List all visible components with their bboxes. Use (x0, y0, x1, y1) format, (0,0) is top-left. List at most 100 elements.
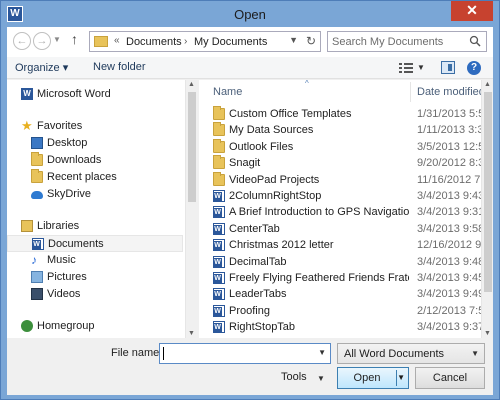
nav-item-libraries[interactable]: Libraries (7, 218, 183, 235)
breadcrumb-my-documents[interactable]: My Documents (194, 36, 267, 48)
file-row[interactable]: Christmas 2012 letter 12/16/2012 9:36 PM (199, 237, 481, 253)
nav-item-microsoft-word[interactable]: W Microsoft Word (7, 86, 183, 103)
file-type-value: All Word Documents (344, 348, 445, 360)
scrollbar-thumb[interactable] (484, 92, 492, 292)
nav-item-label: Videos (47, 288, 81, 300)
organize-button[interactable]: Organize ▾ (15, 61, 68, 74)
word-document-icon (213, 239, 225, 252)
pictures-icon (31, 271, 43, 283)
file-row[interactable]: Snagit 9/20/2012 8:37 AM (199, 155, 481, 171)
nav-item-favorites[interactable]: ★ Favorites (7, 118, 183, 135)
word-document-icon (213, 272, 225, 284)
file-row[interactable]: LeaderTabs 3/4/2013 9:49 PM (199, 286, 481, 302)
videos-icon (31, 288, 43, 300)
file-list-scrollbar[interactable]: ▲ ▼ (481, 80, 493, 338)
navigation-pane-scrollbar[interactable]: ▲ ▼ (185, 80, 197, 338)
nav-item-label: Recent places (47, 171, 117, 183)
breadcrumb-separator[interactable]: › (184, 36, 187, 47)
cancel-button[interactable]: Cancel (415, 367, 485, 389)
file-name: 2ColumnRightStop (229, 190, 322, 202)
nav-item-label: Downloads (47, 154, 102, 166)
file-name-combo[interactable]: ▼ (159, 343, 331, 364)
nav-item-recent-places[interactable]: Recent places (7, 169, 183, 186)
file-name: Custom Office Templates (229, 108, 352, 120)
word-document-icon (213, 288, 225, 301)
refresh-icon[interactable]: ↻ (306, 34, 316, 48)
open-dialog-window: W Open ✕ ← → ▼ ↑ « Documents › My Docume… (0, 0, 500, 400)
scrollbar-thumb[interactable] (188, 92, 196, 202)
scroll-down-arrow-icon[interactable]: ▼ (188, 330, 195, 337)
address-bar[interactable]: « Documents › My Documents ▼ ↻ (89, 31, 321, 52)
nav-item-pictures[interactable]: Pictures (7, 269, 183, 286)
nav-item-documents[interactable]: Documents (7, 235, 183, 252)
tools-dropdown-icon[interactable]: ▼ (317, 374, 325, 383)
change-view-icon[interactable] (399, 62, 413, 74)
file-name: Snagit (229, 157, 261, 170)
title-bar[interactable]: W Open ✕ (1, 1, 499, 27)
nav-item-downloads[interactable]: Downloads (7, 152, 183, 169)
file-date-modified: 12/16/2012 9:36 PM (417, 239, 481, 252)
nav-item-desktop[interactable]: Desktop (7, 135, 183, 152)
back-arrow-icon[interactable]: ← (13, 32, 31, 50)
column-header-name[interactable]: Name (213, 86, 242, 98)
file-date-modified: 3/4/2013 9:43 PM (417, 190, 481, 202)
navigation-pane: W Microsoft Word ★ Favorites Desktop Dow… (7, 80, 197, 338)
file-row[interactable]: RightStopTab 3/4/2013 9:37 PM (199, 319, 481, 335)
nav-item-homegroup[interactable]: Homegroup (7, 318, 183, 335)
search-box[interactable] (327, 31, 487, 52)
nav-item-videos[interactable]: Videos (7, 286, 183, 303)
file-row[interactable]: CenterTab 3/4/2013 9:58 PM (199, 221, 481, 237)
file-name: Proofing (229, 304, 270, 317)
column-divider[interactable] (410, 82, 411, 102)
search-icon[interactable] (469, 35, 481, 47)
up-arrow-icon[interactable]: ↑ (71, 31, 78, 47)
file-date-modified: 3/4/2013 9:37 PM (417, 321, 481, 334)
scroll-up-arrow-icon[interactable]: ▲ (484, 81, 491, 88)
chevron-down-icon[interactable]: ▼ (471, 349, 479, 358)
file-name: A Brief Introduction to GPS Navigation (229, 206, 409, 219)
file-row[interactable]: Proofing 2/12/2013 7:52 PM (199, 303, 481, 319)
file-row[interactable]: Custom Office Templates 1/31/2013 5:53 PM (199, 106, 481, 122)
tools-button[interactable]: Tools (281, 371, 307, 383)
file-row[interactable]: Outlook Files 3/5/2013 12:54 PM (199, 138, 481, 155)
folder-icon (213, 106, 225, 120)
file-row[interactable]: Freely Flying Feathered Friends Fraterni… (199, 270, 481, 286)
open-button[interactable]: Open ▼ (337, 367, 409, 389)
file-name: Christmas 2012 letter (229, 239, 334, 252)
address-overflow-chevron[interactable]: « (114, 35, 120, 46)
close-button[interactable]: ✕ (451, 1, 493, 21)
file-name: DecimalTab (229, 255, 287, 268)
open-options-dropdown-icon[interactable]: ▼ (397, 368, 405, 388)
recent-locations-chevron-icon[interactable]: ▼ (53, 35, 61, 44)
preview-pane-icon[interactable] (441, 61, 455, 74)
window-title: Open (234, 7, 266, 22)
word-document-icon (213, 304, 225, 317)
file-row[interactable]: 2ColumnRightStop 3/4/2013 9:43 PM (199, 188, 481, 204)
column-header-date-modified[interactable]: Date modified (417, 86, 481, 98)
search-input[interactable] (332, 34, 462, 49)
forward-arrow-icon[interactable]: → (33, 32, 51, 50)
new-folder-button[interactable]: New folder (93, 61, 146, 73)
file-name: RightStopTab (229, 321, 296, 334)
nav-item-label: Pictures (47, 271, 87, 283)
file-date-modified: 1/11/2013 3:30 PM (417, 124, 481, 137)
nav-item-label: Music (47, 254, 76, 266)
file-row[interactable]: My Data Sources 1/11/2013 3:30 PM (199, 122, 481, 138)
file-row[interactable]: VideoPad Projects 11/16/2012 7:57 PM (199, 171, 481, 188)
file-name-input[interactable] (163, 346, 313, 361)
view-options-dropdown-icon[interactable]: ▼ (417, 63, 425, 72)
file-row[interactable]: DecimalTab 3/4/2013 9:48 PM (199, 254, 481, 270)
help-icon[interactable]: ? (467, 61, 481, 75)
address-dropdown-icon[interactable]: ▼ (289, 35, 298, 45)
file-row[interactable]: A Brief Introduction to GPS Navigation 3/… (199, 204, 481, 220)
nav-item-skydrive[interactable]: SkyDrive (7, 186, 183, 203)
chevron-down-icon[interactable]: ▼ (318, 348, 326, 357)
nav-item-music[interactable]: ♪ Music (7, 252, 183, 269)
word-document-icon (213, 255, 225, 268)
scroll-down-arrow-icon[interactable]: ▼ (484, 330, 491, 337)
nav-item-label: Favorites (37, 120, 83, 132)
command-toolbar: Organize ▾ New folder ▼ ? (7, 57, 493, 79)
file-type-select[interactable]: All Word Documents ▼ (337, 343, 485, 364)
scroll-up-arrow-icon[interactable]: ▲ (188, 81, 195, 88)
breadcrumb-documents[interactable]: Documents (126, 36, 182, 48)
